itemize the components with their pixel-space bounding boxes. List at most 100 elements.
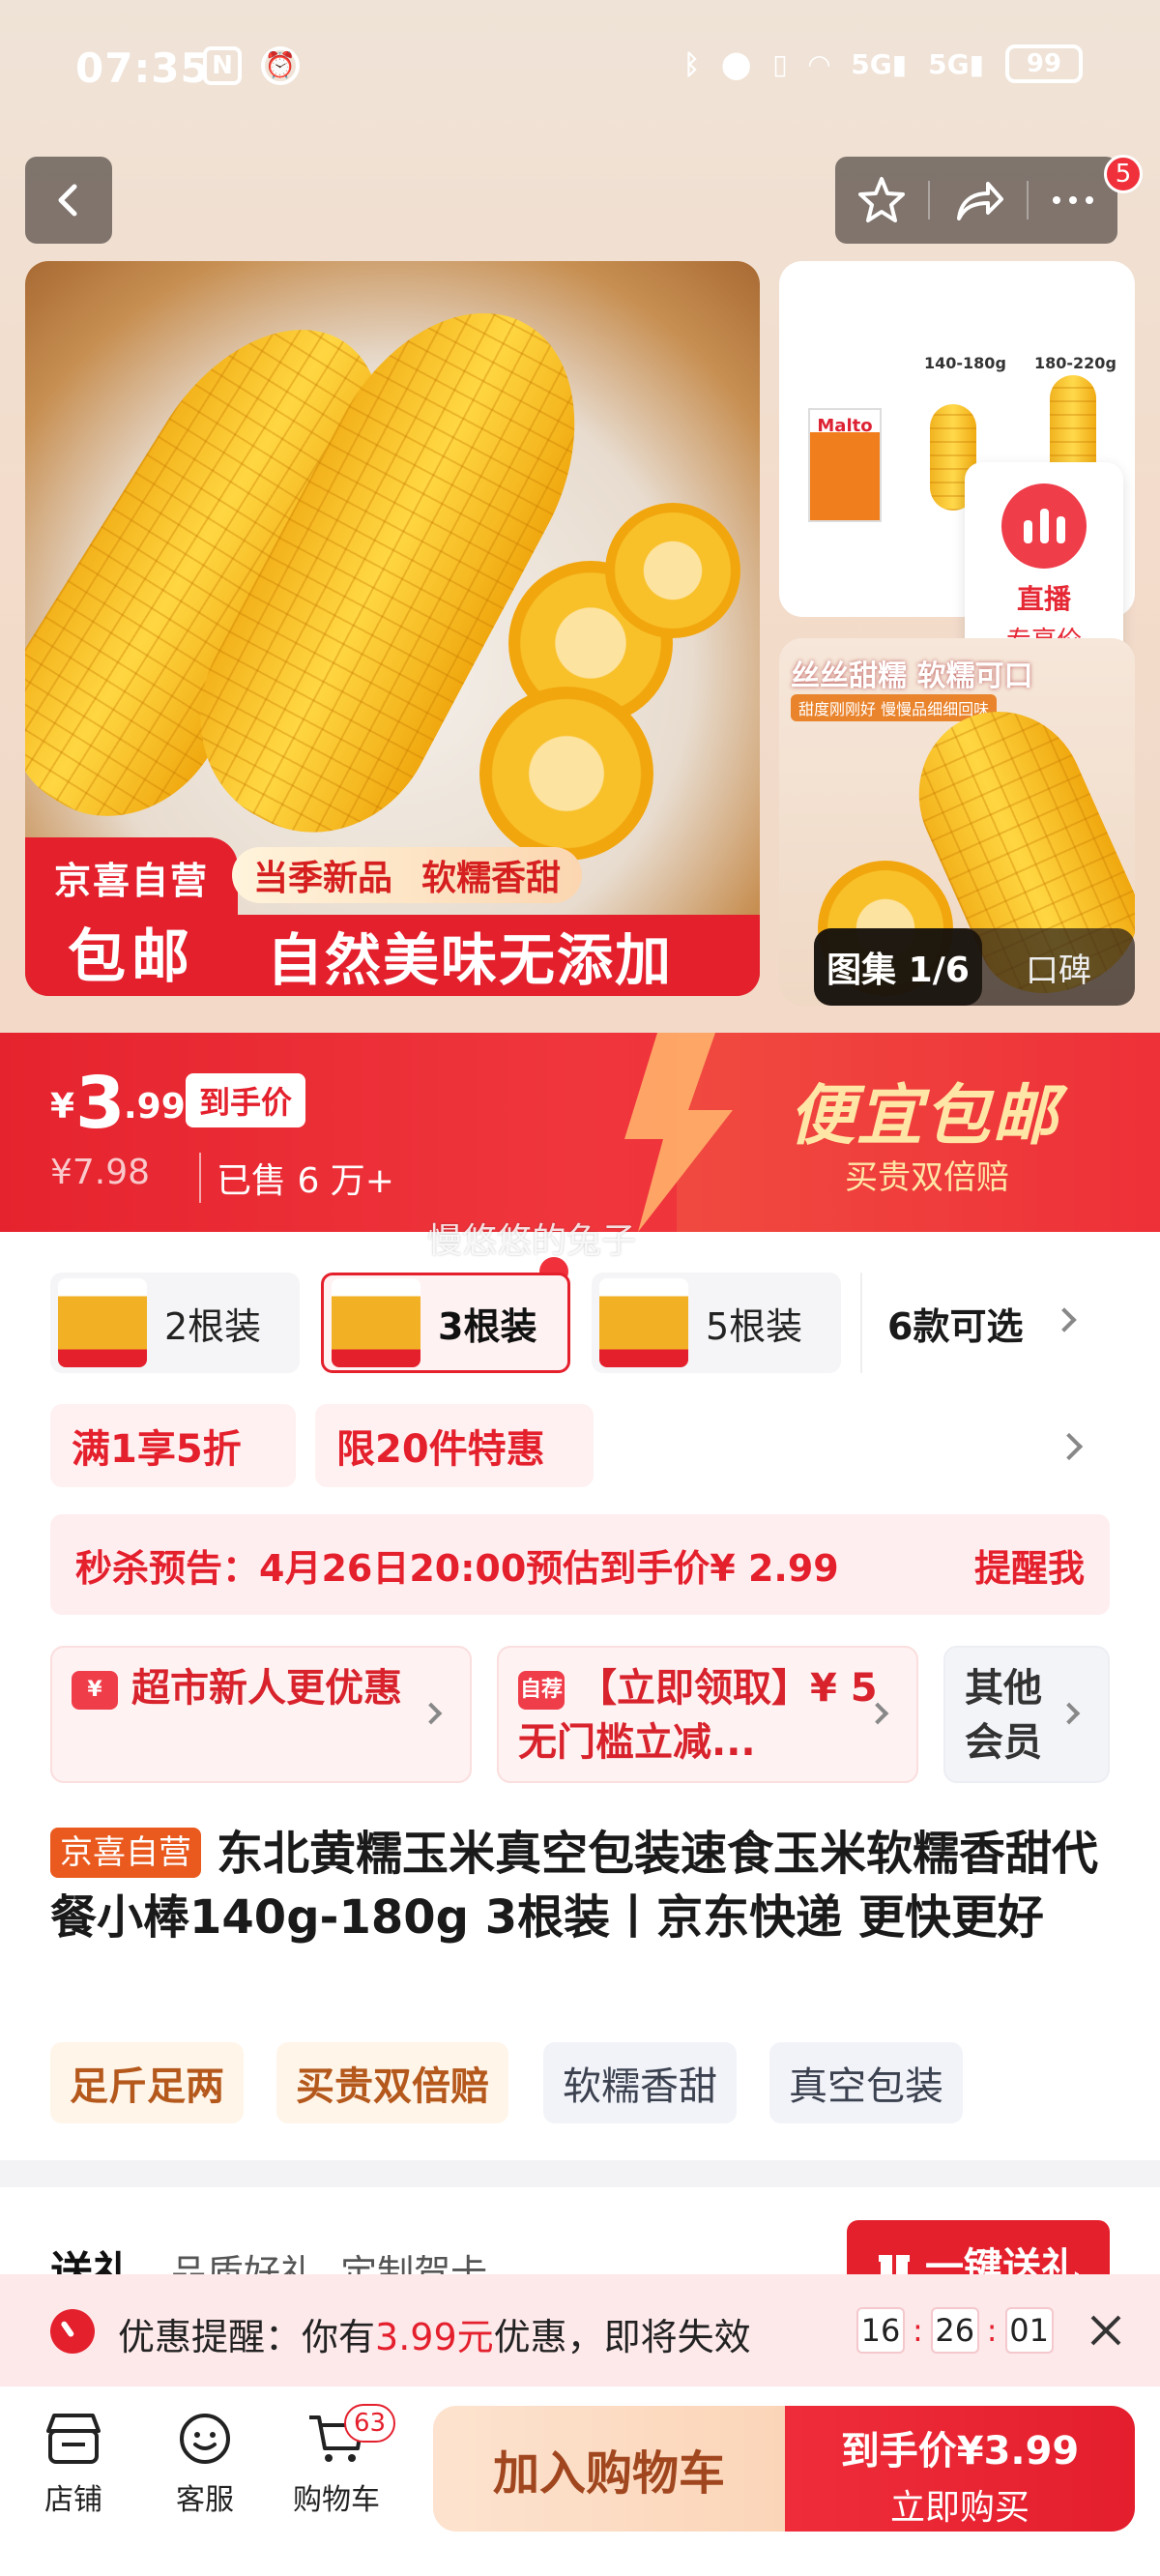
jx-badge-top: 京喜自营: [53, 860, 209, 902]
promo-tag[interactable]: 限20件特惠: [315, 1404, 594, 1487]
live-stream-button[interactable]: 直播 专享价: [965, 462, 1123, 665]
nav-service-label: 客服: [176, 2483, 234, 2517]
coupon-label: 【立即领取】¥ 5 无门槛立减...: [518, 1666, 878, 1765]
thumb2-title: 丝丝甜糯 软糯可口: [791, 659, 1033, 693]
reminder-amount: 3.99元: [375, 2316, 494, 2358]
variant-thumbnail: [599, 1278, 688, 1367]
thumb2-sub: 甜度刚刚好 慢慢品细细回味: [791, 694, 998, 721]
buy-now-label: 立即购买: [889, 2488, 1030, 2528]
gallery-switcher: 图集 1/6 口碑: [814, 928, 1135, 1006]
share-icon[interactable]: [951, 174, 1005, 226]
battery-icon: 99: [1005, 44, 1083, 83]
nfc-icon: N: [203, 46, 242, 85]
status-icons-right: ᛒ ⬤ ▯ ◠ 5G▮ 5G▮ 99: [683, 44, 1083, 83]
header-actions: [835, 157, 1117, 244]
coupon-text: ¥ 超市新人更优惠: [72, 1661, 450, 1715]
feature-tag: 足斤足两: [50, 2042, 244, 2123]
promo-headline: 便宜包邮: [789, 1078, 1060, 1155]
buy-now-button[interactable]: 到手价¥3.99 立即购买: [785, 2406, 1135, 2532]
customer-service-icon: [180, 2414, 230, 2464]
cart-count-badge: 63: [344, 2404, 396, 2443]
battery-level: 99: [1026, 49, 1062, 78]
timer-seconds: 01: [1004, 2307, 1054, 2354]
nav-store[interactable]: 店铺: [15, 2410, 131, 2518]
jx-badge: 京喜自营 包邮: [25, 837, 238, 996]
main-banner: 自然美味无添加: [238, 915, 760, 996]
flash-sale-preview: 秒杀预告：4月26日20:00预估到手价¥ 2.99 提醒我: [50, 1514, 1110, 1615]
remind-me-button[interactable]: 提醒我: [974, 1538, 1085, 1592]
promo-tag[interactable]: 满1享5折: [50, 1404, 296, 1487]
variant-thumbnail: [332, 1278, 420, 1367]
alarm-icon: ⏰: [261, 46, 300, 85]
variant-option[interactable]: 2根装: [50, 1273, 300, 1373]
signal-5g-icon-2: 5G▮: [928, 47, 984, 80]
coupon-yen-icon: ¥: [72, 1671, 118, 1710]
divider: [1026, 181, 1029, 220]
coupon-label: 超市新人更优惠: [131, 1666, 402, 1711]
price-banner: ¥ 3 .99 到手价 ¥7.98 已售 6 万+ 便宜包邮 买贵双倍赔: [0, 1033, 1160, 1232]
reminder-prefix: 优惠提醒：你有: [118, 2316, 376, 2358]
back-button[interactable]: [25, 157, 112, 244]
reminder-suffix: 优惠，即将失效: [493, 2316, 751, 2358]
divider: [928, 181, 931, 220]
product-title: 京喜自营 东北黄糯玉米真空包装速食玉米软糯香甜代餐小棒140g-180g 3根装丨…: [50, 1822, 1123, 1949]
reviews-tab[interactable]: 口碑: [982, 944, 1135, 991]
member-label: 其他会员: [965, 1666, 1042, 1765]
timer-minutes: 26: [930, 2307, 979, 2354]
buy-price-label: 到手价¥3.99: [840, 2429, 1080, 2474]
wifi-icon: ◠: [808, 47, 830, 80]
status-time: 07:35: [75, 44, 210, 92]
promo-subline: 买贵双倍赔: [845, 1158, 1009, 1197]
weight-label-2: 180-220g: [1034, 354, 1116, 372]
chevron-right-icon: [1058, 1702, 1081, 1725]
weight-label-1: 140-180g: [924, 354, 1006, 372]
favorite-star-icon[interactable]: [856, 174, 908, 226]
variant-thumbnail: [58, 1278, 147, 1367]
feature-tag: 软糯香甜: [543, 2042, 737, 2123]
signal-5g-icon: 5G▮: [851, 47, 908, 80]
close-icon[interactable]: [1087, 2311, 1125, 2350]
variant-selector: 2根装 3根装 5根装 6款可选: [50, 1273, 1133, 1373]
sold-count: 已售 6 万+: [199, 1153, 394, 1203]
variant-option-selected[interactable]: 3根装: [321, 1273, 570, 1373]
final-price-tag: 到手价: [186, 1073, 306, 1127]
price-decimal: .99: [124, 1087, 186, 1127]
gallery-tab[interactable]: 图集 1/6: [814, 928, 982, 1006]
variants-more[interactable]: 6款可选: [860, 1273, 1023, 1373]
member-card[interactable]: 其他会员: [943, 1646, 1110, 1783]
flash-sale-text: 秒杀预告：4月26日20:00预估到手价¥ 2.99: [75, 1546, 839, 1590]
product-title-text: 东北黄糯玉米真空包装速食玉米软糯香甜代餐小棒140g-180g 3根装丨京东快递…: [50, 1827, 1099, 1945]
bottom-action-bar: 店铺 客服 购物车 63 加入购物车 到手价¥3.99 立即购买: [0, 2386, 1160, 2576]
coupon-reminder-bar: 优惠提醒：你有3.99元优惠，即将失效 16 : 26 : 01: [0, 2274, 1160, 2386]
price-integer: 3: [75, 1062, 126, 1145]
new-product-tag: 当季新品 软糯香甜: [232, 847, 583, 903]
coupon-card[interactable]: 自荐 【立即领取】¥ 5 无门槛立减...: [497, 1646, 918, 1783]
timer-colon: :: [986, 2312, 998, 2349]
live-icon: [1001, 483, 1087, 569]
coupon-card[interactable]: ¥ 超市新人更优惠: [50, 1646, 472, 1783]
feature-tag: 真空包装: [769, 2042, 963, 2123]
variant-option[interactable]: 5根装: [592, 1273, 841, 1373]
new-tag-2: 软糯香甜: [421, 859, 562, 898]
add-to-cart-button[interactable]: 加入购物车: [433, 2406, 785, 2532]
corn-slice-illustration: [605, 503, 740, 638]
more-icon[interactable]: [1049, 190, 1097, 210]
danmu-comment: 慢悠悠的兔子: [427, 1221, 637, 1261]
vibrate-icon: ▯: [772, 47, 788, 80]
nav-service[interactable]: 客服: [147, 2410, 263, 2518]
main-product-image[interactable]: 京喜自营 包邮 当季新品 软糯香甜 自然美味无添加: [25, 261, 760, 996]
live-label: 直播: [1016, 583, 1071, 615]
coupon-tag-icon: 自荐: [518, 1671, 565, 1710]
timer-hours: 16: [856, 2307, 905, 2354]
feature-tag: 买贵双倍赔: [276, 2042, 508, 2123]
lightning-bolt-icon: [624, 1033, 733, 1232]
timer-colon: :: [913, 2312, 923, 2349]
status-bar: 07:35 N ⏰ ᛒ ⬤ ▯ ◠ 5G▮ 5G▮ 99: [0, 0, 1160, 145]
notification-badge: 5: [1104, 155, 1143, 193]
new-tag-1: 当季新品: [253, 859, 393, 898]
jx-badge-bottom: 包邮: [68, 923, 195, 991]
nav-cart-label: 购物车: [293, 2483, 380, 2517]
reminder-text: 优惠提醒：你有3.99元优惠，即将失效: [118, 2307, 751, 2360]
original-price: ¥7.98: [50, 1153, 151, 1192]
price-currency: ¥: [50, 1087, 75, 1127]
